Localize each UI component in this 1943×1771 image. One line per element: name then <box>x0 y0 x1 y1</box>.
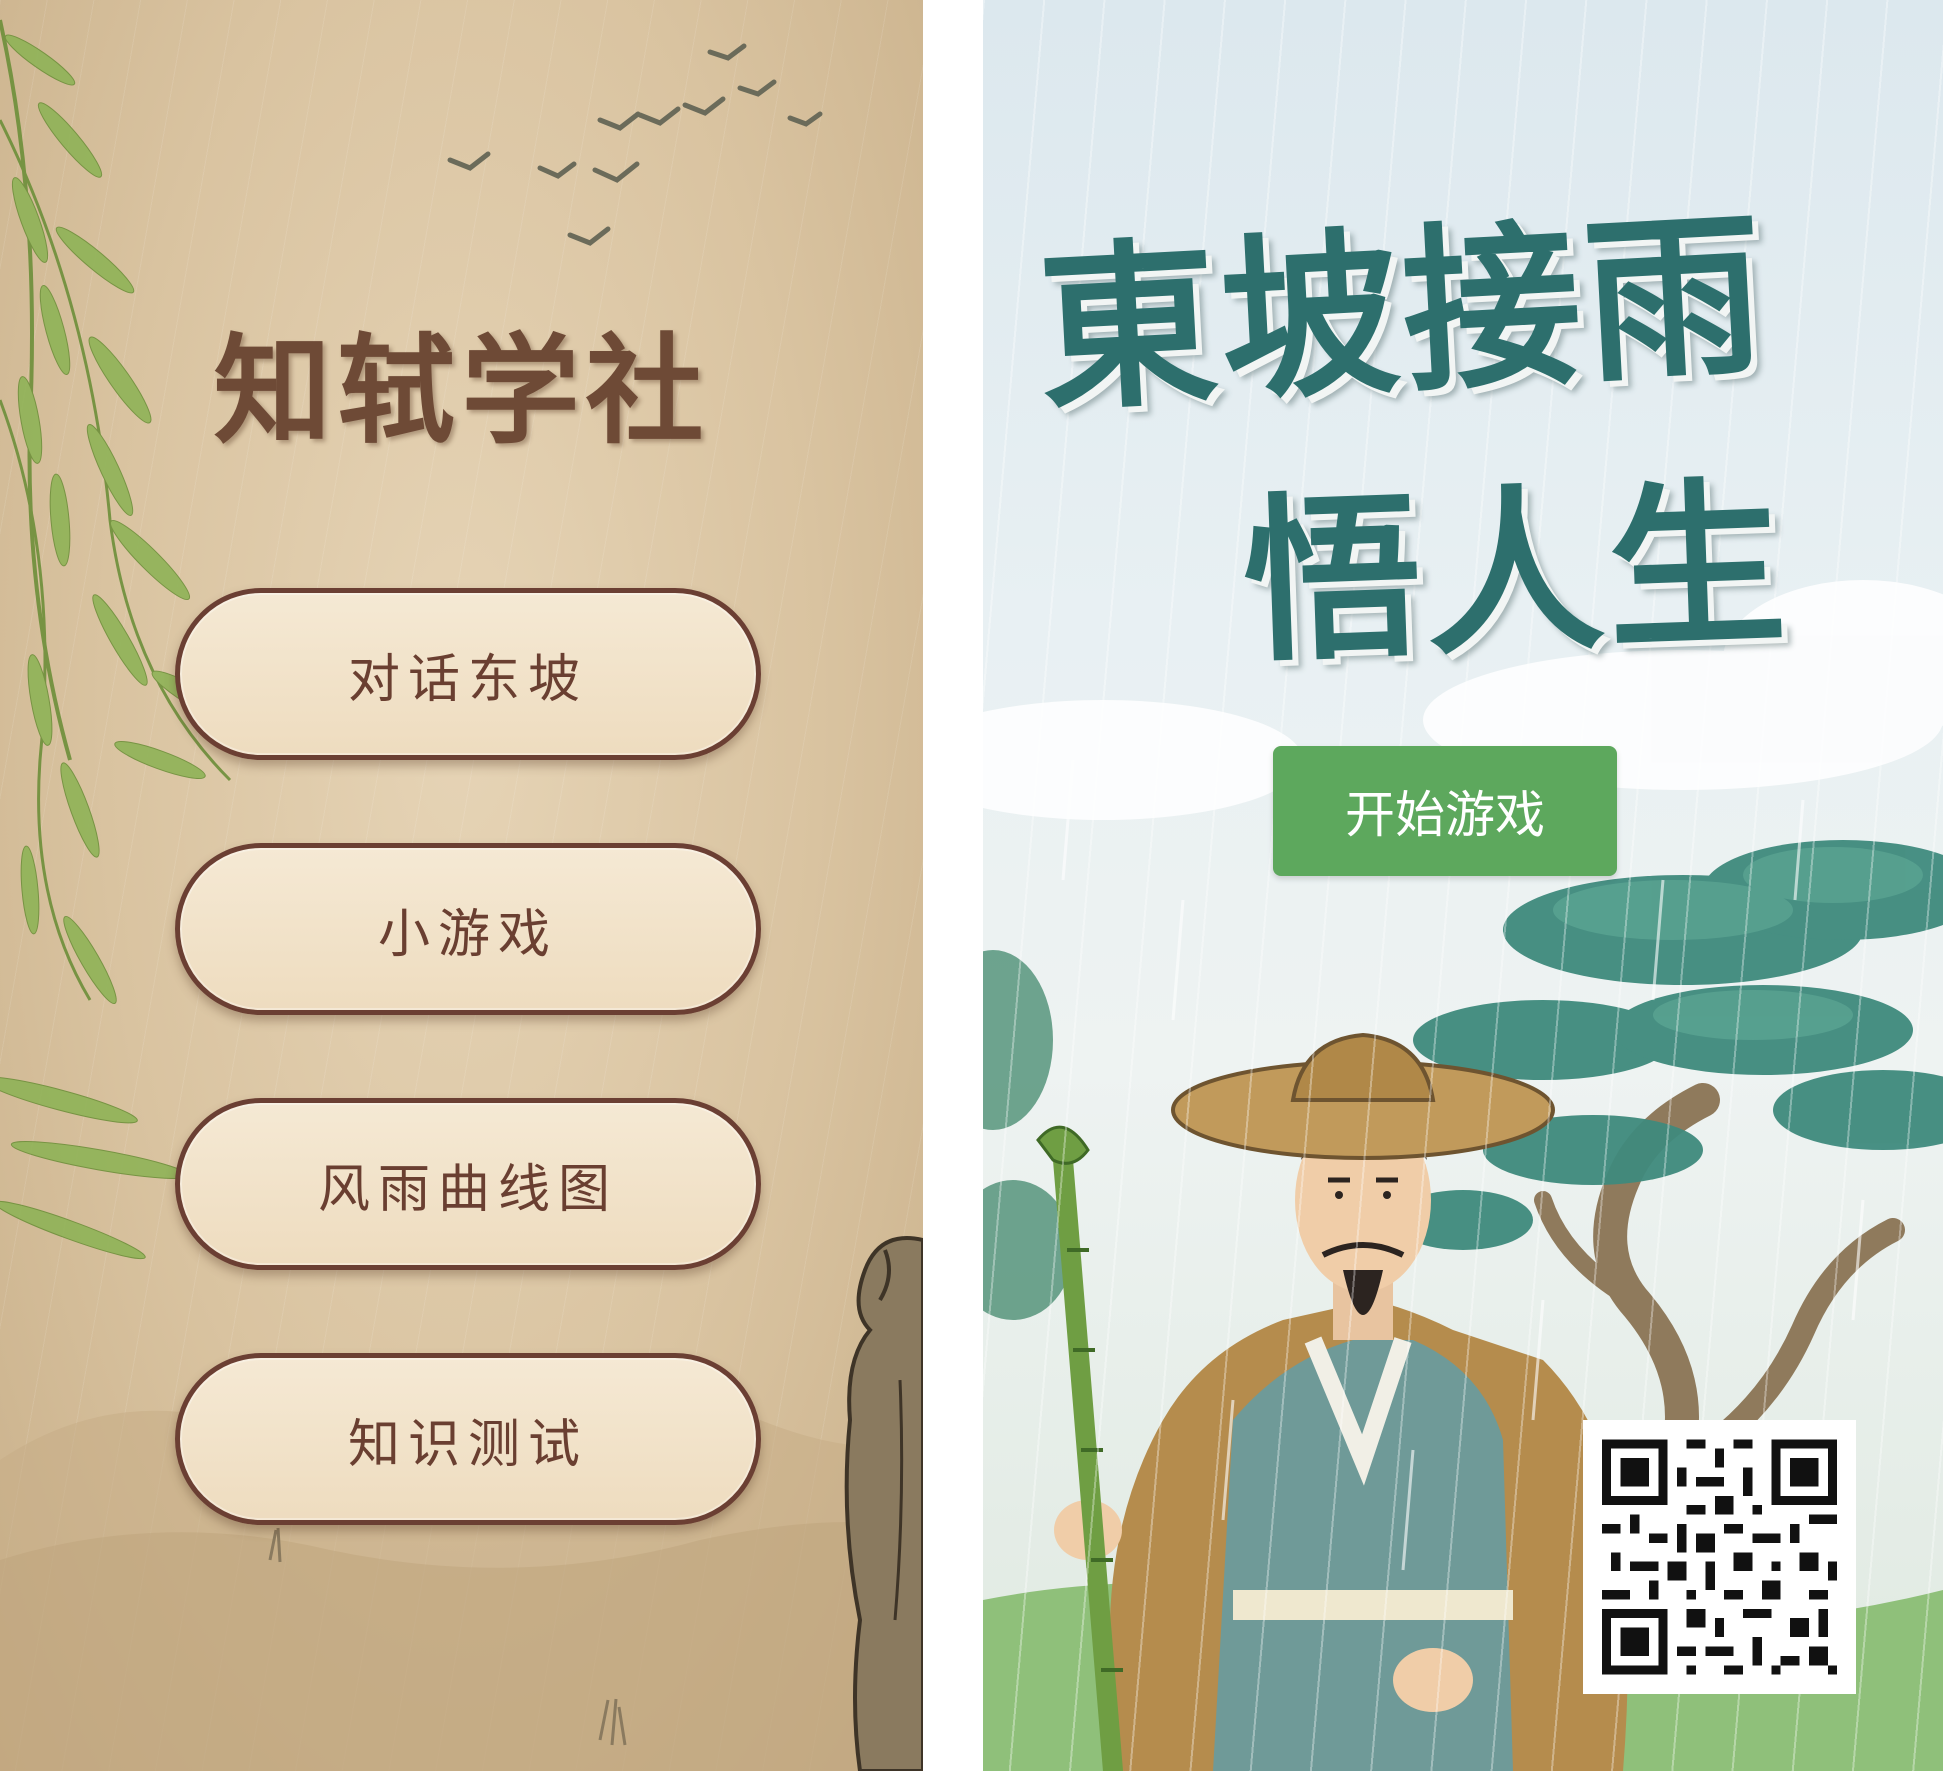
poster-title-line1: 東坡接雨 <box>1033 189 1772 436</box>
app-title: 知轼学社 <box>213 321 710 460</box>
knowledge-quiz-button[interactable]: 知识测试 <box>175 1353 761 1525</box>
poster-title-line2: 悟人生 <box>1240 458 1793 687</box>
start-game-button[interactable]: 开始游戏 <box>1273 746 1617 876</box>
qr-code <box>1583 1420 1856 1694</box>
dialogue-dongpo-button[interactable]: 对话东坡 <box>175 588 761 760</box>
page: 知轼学社 对话东坡 小游戏 风雨曲线图 知识测试 東坡接雨 悟人生 开始游戏 <box>0 0 1943 1771</box>
zhishi-xueshe-menu-screen: 知轼学社 对话东坡 小游戏 风雨曲线图 知识测试 <box>0 0 923 1771</box>
mini-game-button[interactable]: 小游戏 <box>175 843 761 1015</box>
wind-rain-curve-button[interactable]: 风雨曲线图 <box>175 1098 761 1270</box>
dongpo-rain-game-screen: 東坡接雨 悟人生 开始游戏 <box>983 0 1943 1771</box>
flying-birds-illustration <box>447 43 823 246</box>
scholar-figure-illustration <box>844 1236 923 1771</box>
